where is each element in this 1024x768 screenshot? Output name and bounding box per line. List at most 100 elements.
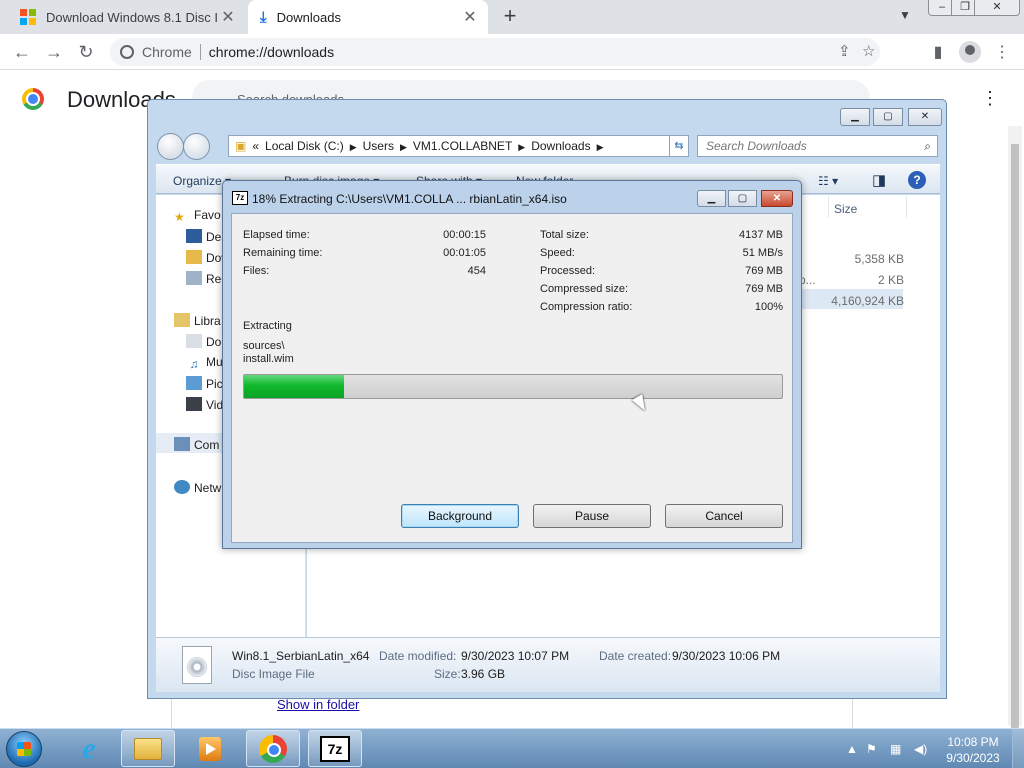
bookmark-star-icon[interactable]: ☆ [862,42,875,60]
tab-search-chevron-icon[interactable]: ▼ [896,8,914,26]
help-icon[interactable]: ? [908,171,926,189]
tray-overflow-icon[interactable]: ▲ [846,742,858,756]
explorer-details-pane: Win8.1_SerbianLatin_x64 Disc Image File … [156,637,940,692]
dialog-title: 18% Extracting C:\Users\VM1.COLLA ... rb… [252,192,567,206]
page-scrollbar[interactable] [1008,126,1022,734]
column-header-size[interactable]: Size [834,202,857,216]
dialog-client-area: Elapsed time: 00:00:15 Remaining time: 0… [231,213,793,543]
explorer-minimize-button[interactable]: ▁ [840,108,870,126]
start-button[interactable] [6,731,42,767]
view-options-icon[interactable]: ☷ ▾ [818,174,838,188]
total-size-value: 4137 MB [738,229,783,241]
show-in-folder-link[interactable]: Show in folder [277,697,359,712]
explorer-forward-button[interactable] [183,133,210,160]
disc-image-file-icon [182,646,212,684]
scrollbar-thumb[interactable] [1011,144,1019,734]
sevenzip-icon: 7z [232,191,248,205]
nav-videos[interactable]: Vid [186,397,223,412]
side-panel-icon[interactable]: ▮ [928,42,948,62]
compressed-size-label: Compressed size: [540,283,629,295]
tab-windows-download[interactable]: Download Windows 8.1 Disc Ima ✕ [8,0,246,34]
taskbar-media-player[interactable] [183,730,237,767]
refresh-icon[interactable]: ⇆ [669,135,689,157]
pause-button[interactable]: Pause [533,504,651,528]
internet-explorer-icon: e [82,731,96,765]
search-icon: ⌕ [924,139,931,153]
background-button[interactable]: Background [401,504,519,528]
network-icon [174,480,190,494]
sevenzip-icon: 7z [320,735,350,762]
chrome-toolbar: ← → ↻ Chrome chrome://downloads ⇪ ☆ ▮ ⋮ [0,34,1024,70]
network-status-icon[interactable]: ▦ [890,742,901,756]
taskbar-chrome[interactable] [246,730,300,767]
current-file: install.wim [243,353,294,365]
elapsed-time-label: Elapsed time: [243,229,310,241]
remaining-time-label: Remaining time: [243,247,323,259]
explorer-close-button[interactable]: ✕ [908,108,942,126]
nav-network[interactable]: Netw [174,480,221,495]
nav-documents[interactable]: Do [186,334,221,349]
compression-ratio-value: 100% [754,301,783,313]
media-player-icon [199,736,221,761]
breadcrumb-item[interactable]: Local Disk (C:) ▶ [265,139,357,153]
windows-logo-icon [20,9,36,25]
share-icon[interactable]: ⇪ [838,42,851,60]
taskbar-internet-explorer[interactable]: e [62,730,116,767]
nav-music[interactable]: ♫ Mu [186,355,223,371]
sevenzip-progress-dialog: 7z 18% Extracting C:\Users\VM1.COLLA ...… [222,180,802,549]
compressed-size-value: 769 MB [745,283,783,295]
taskbar-clock[interactable]: 10:08 PM 9/30/2023 [938,734,1008,766]
dialog-maximize-button[interactable]: ▢ [728,190,757,207]
address-bar[interactable]: Chrome chrome://downloads ⇪ ☆ [110,38,880,66]
back-arrow-icon[interactable]: ← [10,40,34,64]
tab-close-icon[interactable]: ✕ [460,7,480,27]
status-label: Extracting [243,320,292,332]
action-center-flag-icon[interactable]: ⚑ [866,742,877,756]
explorer-back-button[interactable] [157,133,184,160]
explorer-search-input[interactable]: Search Downloads ⌕ [697,135,938,157]
profile-avatar[interactable] [959,41,981,63]
explorer-maximize-button[interactable]: ▢ [873,108,903,126]
breadcrumb-item[interactable]: Users ▶ [363,139,407,153]
processed-label: Processed: [540,265,596,277]
address-url[interactable]: chrome://downloads [209,44,334,60]
files-label: Files: [243,265,270,277]
folder-icon [134,737,162,760]
videos-icon [186,397,202,411]
reload-icon[interactable]: ↻ [74,40,98,64]
window-close-button[interactable]: ✕ [974,0,1020,16]
details-modified-label: Date modified: [379,649,457,663]
file-size-cell: 2 KB [877,273,904,287]
details-modified-value: 9/30/2023 10:07 PM [461,649,570,663]
new-tab-button[interactable]: + [498,5,522,29]
nav-libraries[interactable]: Libra [174,313,221,328]
tab-downloads[interactable]: ⤓ Downloads ✕ [248,0,488,34]
nav-pictures[interactable]: Pic [186,376,223,391]
details-created-label: Date created: [599,649,672,663]
chrome-menu-icon[interactable]: ⋮ [992,42,1012,62]
details-size-label: Size: [434,667,461,681]
chrome-site-icon [120,45,134,59]
address-chip: Chrome [142,44,192,60]
breadcrumb-item[interactable]: VM1.COLLABNET ▶ [413,139,525,153]
explorer-address-bar[interactable]: ▣ « Local Disk (C:) ▶ Users ▶ VM1.COLLABNE… [228,135,741,157]
volume-icon[interactable]: ◀) [914,742,927,756]
address-divider [199,44,201,60]
taskbar-file-explorer[interactable] [121,730,175,767]
details-file-type: Disc Image File [232,667,315,681]
breadcrumb-item[interactable]: Downloads ▶ [531,139,603,153]
preview-pane-icon[interactable]: ◨ [872,171,886,189]
chrome-logo-icon [22,88,44,110]
taskbar-sevenzip[interactable]: 7z [308,730,362,767]
tab-close-icon[interactable]: ✕ [218,7,238,27]
details-created-value: 9/30/2023 10:06 PM [672,649,781,663]
dialog-minimize-button[interactable]: ▁ [697,190,726,207]
cancel-button[interactable]: Cancel [665,504,783,528]
compression-ratio-label: Compression ratio: [540,301,633,313]
nav-favorites[interactable]: ★ Favo [174,208,221,224]
breadcrumb-prefix[interactable]: « [252,139,259,153]
page-menu-icon[interactable]: ⋮ [980,88,1000,110]
show-desktop-button[interactable] [1012,729,1024,768]
dialog-close-button[interactable]: ✕ [761,190,793,207]
forward-arrow-icon[interactable]: → [42,40,66,64]
